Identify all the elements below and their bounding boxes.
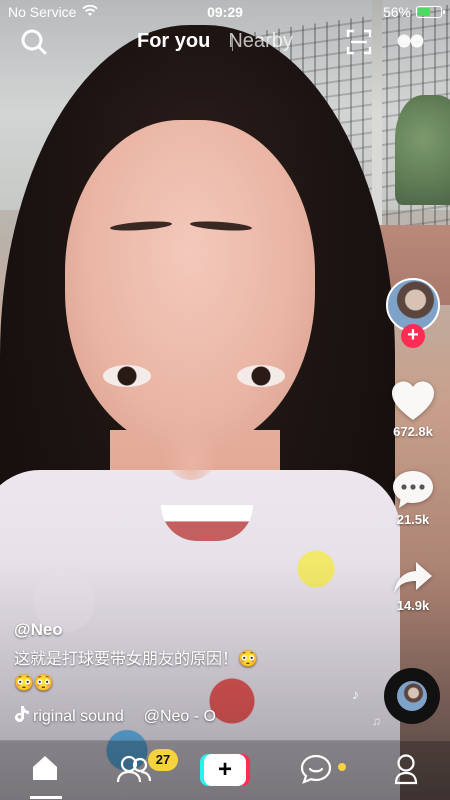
status-bar: No Service 09:29 56% [0,0,450,24]
profile-icon[interactable] [392,753,420,790]
music-note-icon [14,705,30,728]
music-note-float-icon: ♪ [352,686,359,702]
create-button[interactable]: + [200,754,250,786]
search-icon[interactable] [20,28,48,61]
creator-avatar-group[interactable]: + [386,278,440,348]
author-name[interactable]: @Neo [14,620,304,640]
like-count: 672.8k [393,424,433,439]
video-caption: @Neo 这就是打球要带女朋友的原因！😳 😳😳 [14,620,304,696]
home-icon[interactable] [30,753,60,788]
friends-icon[interactable] [116,753,152,790]
video-description: 这就是打球要带女朋友的原因！😳 😳😳 [14,648,304,696]
heart-icon [383,380,443,422]
home-active-indicator [30,796,62,799]
share-count: 14.9k [396,598,430,613]
battery-fill [418,8,431,16]
bottom-tab-bar: 27 + [0,740,450,800]
like-button[interactable]: 672.8k [383,380,443,439]
music-disc[interactable] [384,668,440,724]
comment-count: 21.5k [396,512,430,527]
music-title: riginal sound [33,707,124,725]
scan-icon[interactable] [346,29,372,60]
description-line-1: 这就是打球要带女朋友的原因！😳 [14,651,258,668]
inbox-icon[interactable] [300,753,332,790]
clock: 09:29 [207,4,243,20]
comment-icon [383,468,443,510]
friends-badge: 27 [148,749,178,771]
share-button[interactable]: 14.9k [383,560,443,613]
tab-divider [232,35,233,51]
share-icon [383,560,443,596]
follow-button[interactable]: + [401,324,425,348]
inbox-notification-dot [338,763,346,771]
dots-icon[interactable] [396,33,426,54]
music-note-float-icon-2: ♫ [372,714,381,728]
music-disc-cover [397,681,427,711]
feed-tabs: For you Nearby [137,30,293,53]
top-nav: For you Nearby [0,26,450,60]
battery-icon [416,6,445,18]
comment-button[interactable]: 21.5k [383,468,443,527]
music-ticker[interactable]: riginal sound @Neo - O [14,705,314,728]
music-credit: @Neo - O [143,707,216,725]
create-plus-icon: + [204,754,246,786]
description-line-2: 😳😳 [14,675,54,692]
tab-nearby[interactable]: Nearby [228,30,292,53]
tab-for-you[interactable]: For you [137,30,210,53]
